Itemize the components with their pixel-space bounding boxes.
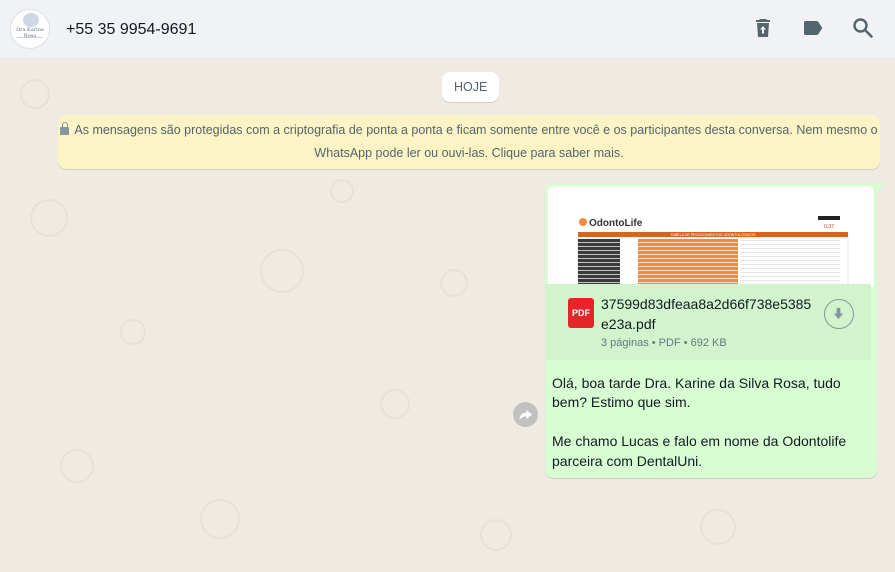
- preview-logo-mark: [579, 218, 587, 226]
- preview-row-label: [578, 275, 620, 279]
- preview-row-line: [740, 240, 840, 241]
- preview-brand: OdontoLife: [589, 218, 643, 229]
- document-preview-thumbnail: OdontoLife 0,37 TABELA DE PROCEDIMENTOS …: [577, 216, 849, 287]
- outgoing-message-bubble[interactable]: OdontoLife 0,37 TABELA DE PROCEDIMENTOS …: [545, 183, 877, 478]
- label-icon[interactable]: [801, 16, 825, 40]
- download-button[interactable]: [824, 299, 854, 329]
- preview-row-label: [578, 255, 620, 259]
- wallpaper-doodle: [440, 269, 468, 297]
- preview-row-line: [740, 252, 840, 253]
- preview-row-line: [740, 256, 840, 257]
- forward-button[interactable]: [513, 402, 538, 427]
- preview-row-label: [578, 259, 620, 263]
- preview-row-highlight: [638, 275, 738, 279]
- chat-header: Dra Karine Rosa +55 35 9954-9691: [0, 0, 895, 59]
- bubble-tail: [877, 183, 885, 192]
- forward-arrow-icon: [519, 409, 533, 421]
- wallpaper-doodle: [700, 509, 736, 545]
- preview-row-line: [740, 280, 840, 281]
- preview-row-label: [578, 251, 620, 255]
- wallpaper-doodle: [330, 179, 354, 203]
- wallpaper-doodle: [200, 499, 240, 539]
- preview-row-label: [578, 279, 620, 283]
- preview-row-line: [740, 272, 840, 273]
- wallpaper-doodle: [30, 199, 68, 237]
- download-arrow-icon: [833, 307, 844, 320]
- preview-row-line: [740, 248, 840, 249]
- pdf-icon: PDF: [568, 298, 594, 328]
- wallpaper-doodle: [60, 449, 94, 483]
- preview-row-line: [740, 268, 840, 269]
- preview-price-box: [818, 216, 840, 220]
- preview-row-line: [740, 260, 840, 261]
- message-text: Olá, boa tarde Dra. Karine da Silva Rosa…: [552, 375, 847, 469]
- avatar-logo-mark: [23, 13, 39, 27]
- wallpaper-doodle: [120, 319, 146, 345]
- chat-area[interactable]: HOJE As mensagens são protegidas com a c…: [0, 59, 895, 572]
- document-preview[interactable]: OdontoLife 0,37 TABELA DE PROCEDIMENTOS …: [548, 186, 874, 287]
- document-meta: 3 páginas • PDF • 692 KB: [601, 337, 727, 349]
- preview-row-highlight: [638, 251, 738, 255]
- trash-icon-glyph: [756, 19, 770, 37]
- date-chip: HOJE: [442, 72, 500, 102]
- preview-row-highlight: [638, 263, 738, 267]
- wallpaper-doodle: [380, 389, 410, 419]
- magnifier-icon-glyph: [853, 18, 873, 38]
- search-icon[interactable]: [851, 16, 875, 40]
- preview-row-highlight: [638, 239, 738, 243]
- preview-row-highlight: [638, 243, 738, 247]
- preview-row-label: [578, 267, 620, 271]
- preview-row-highlight: [638, 247, 738, 251]
- preview-row-label: [578, 243, 620, 247]
- contact-name[interactable]: +55 35 9954-9691: [66, 20, 196, 40]
- preview-row-highlight: [638, 267, 738, 271]
- preview-row-highlight: [638, 271, 738, 275]
- preview-row-line: [740, 264, 840, 265]
- encryption-notice[interactable]: As mensagens são protegidas com a cripto…: [58, 115, 880, 169]
- document-file-name[interactable]: 37599d83dfeaa8a2d66f738e5385e23a.pdf: [601, 294, 816, 334]
- preview-table-title: TABELA DE PROCEDIMENTOS ODONTOLÓGICOS: [670, 232, 756, 237]
- delete-icon[interactable]: [751, 16, 775, 40]
- wallpaper-doodle: [480, 519, 512, 551]
- preview-row-highlight: [638, 255, 738, 259]
- wallpaper-doodle: [20, 79, 50, 109]
- avatar-logo-line: [17, 37, 43, 38]
- preview-row-line: [740, 276, 840, 277]
- preview-row-label: [578, 263, 620, 267]
- preview-row-label: [578, 239, 620, 243]
- tag-icon-glyph: [804, 21, 823, 35]
- preview-row-label: [578, 271, 620, 275]
- preview-row-label: [578, 247, 620, 251]
- preview-price: 0,37: [824, 224, 834, 230]
- preview-row-highlight: [638, 259, 738, 263]
- contact-avatar[interactable]: Dra Karine Rosa: [10, 9, 50, 49]
- wallpaper-doodle: [260, 249, 304, 293]
- encryption-notice-text: As mensagens são protegidas com a cripto…: [74, 123, 878, 160]
- lock-icon: [60, 122, 70, 135]
- preview-row-highlight: [638, 279, 738, 283]
- preview-row-line: [740, 244, 840, 245]
